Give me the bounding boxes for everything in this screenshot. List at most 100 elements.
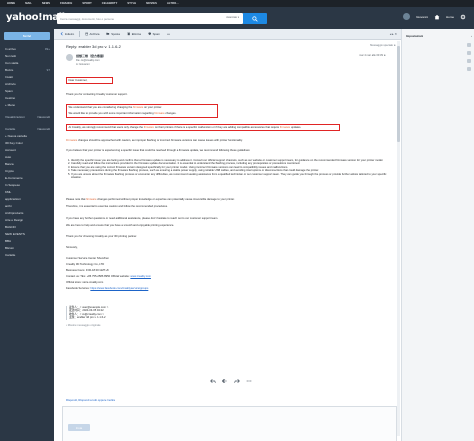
- user-name[interactable]: Giovanni: [416, 15, 428, 19]
- reply-compose-area[interactable]: [62, 406, 397, 441]
- mail-header: yahoo!mail Cerca messaggi, documenti, fo…: [0, 7, 474, 29]
- views-hide-button[interactable]: Nascondi: [37, 114, 50, 121]
- sidebar-item-unread[interactable]: Non letti: [5, 53, 53, 60]
- sidebar-item-label: + Meno: [5, 103, 16, 107]
- sidebar-item-sent[interactable]: Inviati: [5, 74, 53, 81]
- message-navigation[interactable]: ◂ ▸ ✕: [390, 32, 397, 36]
- delete-button[interactable]: Elimina: [125, 31, 143, 38]
- topnav-sport[interactable]: SPORT: [82, 2, 91, 5]
- sidebar-user-folder[interactable]: KML: [5, 189, 53, 196]
- sidebar-item-less[interactable]: + Meno: [5, 102, 53, 109]
- sidebar-user-folder[interactable]: In Sospeso: [5, 182, 53, 189]
- sidebar-item-label: Spam: [5, 89, 13, 93]
- topnav-more[interactable]: ALTRO...: [167, 2, 179, 5]
- yahoo-mail-logo[interactable]: yahoo!mail: [6, 12, 65, 23]
- sidebar-item-trash[interactable]: Cestino: [5, 95, 53, 102]
- sidebar-item-inbox[interactable]: In arrivo 99+: [5, 46, 53, 53]
- reply-icon[interactable]: [210, 378, 216, 384]
- compose-button[interactable]: Scrivi: [4, 32, 50, 40]
- scrollbar[interactable]: [397, 41, 400, 436]
- highlighted-term: firmware: [133, 106, 144, 109]
- sidebar-item-label: Con stella: [5, 61, 19, 65]
- sidebar-user-folder[interactable]: BBA: [5, 238, 53, 245]
- right-pane-header: Impostazioni ›: [406, 32, 472, 39]
- sidebar-item-label: Account: [5, 148, 16, 152]
- archive-button[interactable]: Archivia: [83, 31, 102, 38]
- forward-icon[interactable]: [234, 378, 240, 384]
- avatar[interactable]: [403, 13, 411, 20]
- settings-tab[interactable]: Impostazioni: [406, 34, 423, 38]
- sidebar-user-folder[interactable]: Archiproducts: [5, 210, 53, 217]
- sidebar-user-folder[interactable]: Auto: [5, 154, 53, 161]
- back-button[interactable]: Indietro: [58, 31, 76, 38]
- reply-links[interactable]: Rispondi, Rispondi a tutti oppure Inoltr…: [66, 398, 115, 402]
- move-button[interactable]: Sposta: [104, 31, 122, 38]
- sidebar-item-label: Cartelle: [5, 253, 16, 257]
- show-original-button[interactable]: • Mostra messaggio originale: [66, 324, 392, 327]
- highlighted-term: firmware: [143, 126, 155, 129]
- spam-label: Spam: [152, 32, 160, 36]
- sidebar-user-folder[interactable]: Bitcoin: [5, 245, 53, 252]
- sidebar-user-folder[interactable]: E-Commerce: [5, 175, 53, 182]
- more-icon[interactable]: [246, 378, 252, 384]
- home-icon[interactable]: [434, 14, 440, 20]
- scrollbar-thumb[interactable]: [397, 46, 400, 142]
- topnav-style[interactable]: STYLE: [127, 2, 136, 5]
- sidebar-item-spam[interactable]: Spam: [5, 88, 53, 95]
- shield-icon: [148, 32, 152, 36]
- avatar: [66, 54, 73, 61]
- notepad-icon[interactable]: [467, 59, 471, 63]
- home-label[interactable]: Home: [446, 15, 454, 19]
- sidebar-user-folder[interactable]: BAGNO: [5, 224, 53, 231]
- sender-name[interactable]: 创想三维（官方客服）: [76, 54, 106, 58]
- settings-icon[interactable]: [460, 14, 466, 20]
- sidebar-user-folder[interactable]: applicazioni: [5, 196, 53, 203]
- topnav-finance[interactable]: FINANCE: [60, 2, 72, 5]
- highlighted-term: firmware: [279, 126, 291, 129]
- topnav-movies[interactable]: MOVIES: [146, 2, 157, 5]
- sidebar-user-folder[interactable]: 3D Key Color: [5, 140, 53, 147]
- topnav-news[interactable]: NEWS: [42, 2, 50, 5]
- sidebar: Scrivi In arrivo 99+ Non letti Con stella…: [0, 29, 54, 441]
- body-paragraph: If you have any further questions or nee…: [66, 217, 219, 220]
- send-button[interactable]: Invia: [68, 424, 90, 431]
- more-actions-button[interactable]: •••: [165, 31, 172, 38]
- calendar-icon[interactable]: [467, 51, 471, 55]
- sidebar-new-folder[interactable]: + Nuova cartella: [5, 133, 53, 140]
- sidebar-user-folder[interactable]: Crypto: [5, 168, 53, 175]
- sender-email[interactable]: Da: cs@creality.com: [76, 59, 100, 62]
- topnav-home[interactable]: HOME: [7, 2, 15, 5]
- search-input[interactable]: Cerca messaggi, documenti, foto o person…: [57, 13, 243, 24]
- archive-label: Archivia: [89, 32, 100, 36]
- topnav-celebrity[interactable]: CELEBRITY: [102, 2, 118, 5]
- sidebar-user-folder[interactable]: Cartelle: [5, 252, 53, 259]
- spam-button[interactable]: Spam: [146, 31, 162, 38]
- sidebar-item-label: E-Commerce: [5, 176, 23, 180]
- facebook-link[interactable]: https://www.facebook.com/crealityservice…: [90, 287, 148, 290]
- sidebar-user-folder[interactable]: Arte e Design: [5, 217, 53, 224]
- folders-header: Cartelle: [5, 127, 16, 131]
- website-link[interactable]: www.creality.com: [130, 275, 151, 278]
- collapse-pane-button[interactable]: ›: [471, 34, 472, 38]
- sidebar-user-folder[interactable]: archi: [5, 203, 53, 210]
- top-navigation: HOME MAIL NEWS FINANCE SPORT CELEBRITY S…: [0, 0, 474, 7]
- folders-hide-button[interactable]: Nascondi: [37, 126, 50, 133]
- sidebar-item-starred[interactable]: Con stella: [5, 60, 53, 67]
- search-button[interactable]: [243, 13, 267, 24]
- message-toolbar: Indietro Archivia Sposta Elimina Spam ••…: [54, 29, 401, 40]
- body-text: We would like to provide you with some i…: [68, 112, 154, 116]
- search-advanced-button[interactable]: Avanzate ▾: [226, 16, 239, 19]
- reply-all-icon[interactable]: [222, 378, 228, 384]
- star-flag-label[interactable]: Messaggio speciale ★: [370, 44, 396, 47]
- sidebar-user-folder[interactable]: NEW EVENTS: [5, 231, 53, 238]
- sidebar-item-archive[interactable]: Archivio: [5, 81, 53, 88]
- sidebar-item-drafts[interactable]: Bozze 97: [5, 67, 53, 74]
- sidebar-user-folder[interactable]: Banca: [5, 161, 53, 168]
- topnav-mail[interactable]: MAIL: [25, 2, 32, 5]
- contacts-icon[interactable]: [467, 43, 471, 47]
- greeting: Dear Customer,: [66, 77, 113, 85]
- attachments-icon[interactable]: [467, 67, 471, 71]
- sidebar-user-folder[interactable]: Account: [5, 147, 53, 154]
- right-pane-app-icons: [467, 43, 472, 71]
- body-paragraph: Please note that firmware changes perfor…: [66, 198, 392, 201]
